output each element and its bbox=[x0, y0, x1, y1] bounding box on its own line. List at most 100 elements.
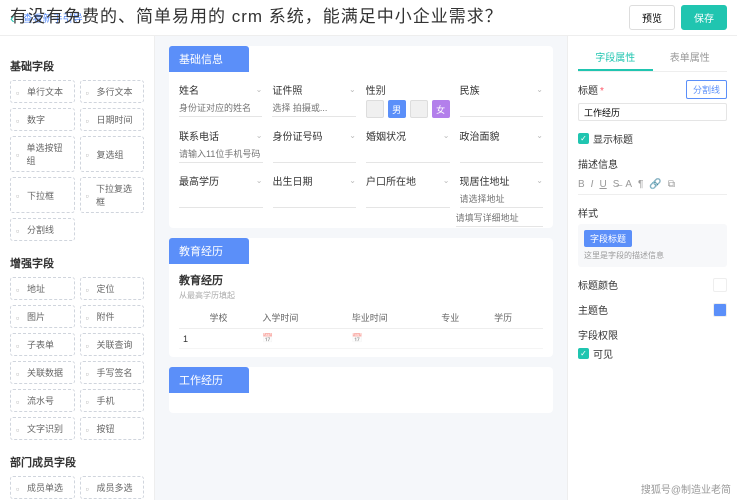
divider-button[interactable]: 分割线 bbox=[686, 80, 727, 99]
sub-table[interactable]: 学校入学时间毕业时间专业学历1📅📅 bbox=[179, 307, 543, 349]
strike-icon[interactable]: S̶ bbox=[613, 179, 620, 190]
field-input[interactable] bbox=[460, 146, 544, 163]
table-cell[interactable] bbox=[490, 329, 543, 349]
form-section[interactable]: 基础信息姓名⌄证件照⌄性别男女民族⌄联系电话⌄身份证号码⌄婚姻状况⌄政治面貌⌄最… bbox=[169, 46, 553, 228]
form-field[interactable]: 婚姻状况⌄ bbox=[366, 128, 450, 163]
visible-checkbox[interactable]: ✓可见 bbox=[578, 346, 727, 361]
table-col: 入学时间 bbox=[258, 307, 347, 329]
field-type-icon: ▫ bbox=[86, 285, 94, 293]
field-type-icon: ▫ bbox=[86, 116, 94, 124]
title-input[interactable] bbox=[578, 103, 727, 121]
field-input[interactable] bbox=[366, 191, 450, 208]
field-label: 身份证号码⌄ bbox=[273, 128, 357, 143]
field-input[interactable] bbox=[273, 191, 357, 208]
image-icon[interactable]: ⧉ bbox=[668, 179, 675, 190]
calendar-icon: 📅 bbox=[352, 333, 363, 343]
field-input[interactable] bbox=[273, 146, 357, 163]
field-item[interactable]: ▫多行文本 bbox=[80, 80, 145, 103]
field-item[interactable]: ▫手机 bbox=[80, 389, 145, 412]
field-item[interactable]: ▫成员单选 bbox=[10, 476, 75, 499]
link-icon[interactable]: 🔗 bbox=[649, 179, 661, 190]
italic-icon[interactable]: I bbox=[591, 179, 594, 190]
table-col: 专业 bbox=[437, 307, 490, 329]
field-input[interactable] bbox=[179, 100, 262, 117]
preview-button[interactable]: 预览 bbox=[629, 5, 675, 30]
tab-form-props[interactable]: 表单属性 bbox=[653, 44, 728, 71]
form-field[interactable]: 最高学历⌄ bbox=[179, 173, 263, 208]
field-item[interactable]: ▫流水号 bbox=[10, 389, 75, 412]
format-icon[interactable]: ¶ bbox=[638, 179, 643, 190]
form-field[interactable]: 姓名⌄ bbox=[179, 82, 262, 118]
chevron-down-icon: ⌄ bbox=[536, 85, 543, 94]
field-type-icon: ▫ bbox=[16, 116, 24, 124]
field-item[interactable]: ▫下拉复选框 bbox=[80, 177, 145, 213]
tab-field-props[interactable]: 字段属性 bbox=[578, 44, 653, 71]
bold-icon[interactable]: B bbox=[578, 179, 585, 190]
field-type-icon: ▫ bbox=[86, 484, 94, 492]
field-group-title: 基础字段 bbox=[10, 52, 144, 74]
chevron-down-icon: ⌄ bbox=[256, 85, 263, 94]
field-input[interactable] bbox=[366, 146, 450, 163]
table-cell[interactable]: 📅 bbox=[258, 329, 347, 349]
field-item[interactable]: ▫图片 bbox=[10, 305, 75, 328]
field-type-icon: ▫ bbox=[16, 285, 24, 293]
field-item[interactable]: ▫单行文本 bbox=[10, 80, 75, 103]
field-item[interactable]: ▫文字识别 bbox=[10, 417, 75, 440]
field-item[interactable]: ▫关联查询 bbox=[80, 333, 145, 356]
form-field[interactable]: 出生日期⌄ bbox=[273, 173, 357, 208]
field-item[interactable]: ▫子表单 bbox=[10, 333, 75, 356]
table-col: 学历 bbox=[490, 307, 543, 329]
form-field[interactable]: 户口所在地⌄ bbox=[366, 173, 450, 208]
field-type-icon: ▫ bbox=[86, 150, 94, 158]
radio-empty[interactable] bbox=[366, 100, 384, 118]
title-color-swatch[interactable] bbox=[713, 278, 727, 292]
font-icon[interactable]: A bbox=[625, 179, 632, 190]
form-section[interactable]: 工作经历 bbox=[169, 367, 553, 413]
field-item[interactable]: ▫附件 bbox=[80, 305, 145, 328]
form-field[interactable]: 现居住地址⌄ bbox=[460, 173, 544, 208]
field-item[interactable]: ▫地址 bbox=[10, 277, 75, 300]
field-item[interactable]: ▫按钮 bbox=[80, 417, 145, 440]
rich-toolbar[interactable]: B I U S̶ A ¶ 🔗 ⧉ bbox=[578, 175, 727, 195]
form-field[interactable]: 身份证号码⌄ bbox=[273, 128, 357, 163]
table-subtitle: 从最高学历填起 bbox=[179, 290, 543, 301]
field-palette: 基础字段 ▫单行文本▫多行文本▫数字▫日期时间▫单选按钮组▫复选组▫下拉框▫下拉复… bbox=[0, 36, 155, 500]
form-field[interactable]: 证件照⌄ bbox=[272, 82, 355, 118]
field-item[interactable]: ▫日期时间 bbox=[80, 108, 145, 131]
field-input[interactable] bbox=[460, 100, 543, 117]
radio-male[interactable]: 男 bbox=[388, 100, 406, 118]
field-item[interactable]: ▫分割线 bbox=[10, 218, 75, 241]
form-section[interactable]: 教育经历教育经历从最高学历填起学校入学时间毕业时间专业学历1📅📅 bbox=[169, 238, 553, 357]
field-item[interactable]: ▫关联数据 bbox=[10, 361, 75, 384]
table-cell[interactable]: 📅 bbox=[348, 329, 437, 349]
address-detail-input[interactable] bbox=[456, 210, 543, 227]
show-title-checkbox[interactable]: ✓显示标题 bbox=[578, 131, 727, 146]
form-field[interactable]: 联系电话⌄ bbox=[179, 128, 263, 163]
field-input[interactable] bbox=[272, 100, 355, 117]
field-item[interactable]: ▫手写签名 bbox=[80, 361, 145, 384]
field-item[interactable]: ▫定位 bbox=[80, 277, 145, 300]
field-item[interactable]: ▫复选组 bbox=[80, 136, 145, 172]
save-button[interactable]: 保存 bbox=[681, 5, 727, 30]
form-field[interactable]: 民族⌄ bbox=[460, 82, 543, 118]
underline-icon[interactable]: U bbox=[599, 179, 606, 190]
field-item[interactable]: ▫单选按钮组 bbox=[10, 136, 75, 172]
field-input[interactable] bbox=[460, 191, 544, 208]
table-cell[interactable] bbox=[437, 329, 490, 349]
radio-female[interactable]: 女 bbox=[432, 100, 450, 118]
field-item[interactable]: ▫下拉框 bbox=[10, 177, 75, 213]
radio-empty[interactable] bbox=[410, 100, 428, 118]
field-input[interactable] bbox=[179, 191, 263, 208]
field-item[interactable]: ▫成员多选 bbox=[80, 476, 145, 499]
form-field[interactable]: 政治面貌⌄ bbox=[460, 128, 544, 163]
field-label: 姓名⌄ bbox=[179, 82, 262, 97]
table-cell[interactable] bbox=[205, 329, 258, 349]
field-label: 最高学历⌄ bbox=[179, 173, 263, 188]
field-label: 户口所在地⌄ bbox=[366, 173, 450, 188]
field-type-icon: ▫ bbox=[16, 150, 23, 158]
field-input[interactable] bbox=[179, 146, 263, 163]
section-header: 教育经历 bbox=[169, 238, 249, 264]
form-field[interactable]: 性别男女 bbox=[366, 82, 450, 118]
theme-color-swatch[interactable] bbox=[713, 303, 727, 317]
field-item[interactable]: ▫数字 bbox=[10, 108, 75, 131]
